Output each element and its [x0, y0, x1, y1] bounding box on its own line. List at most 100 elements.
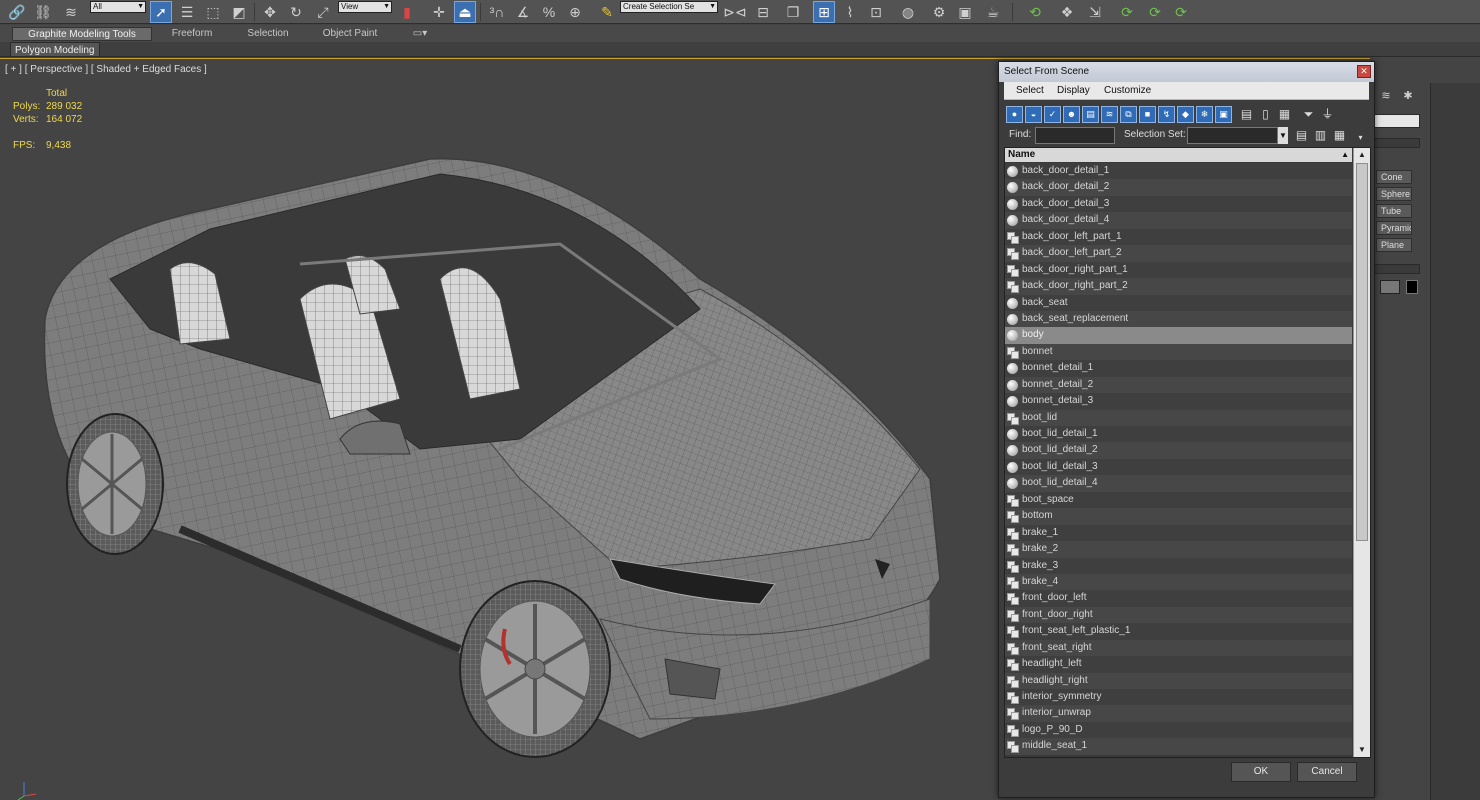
- align-icon[interactable]: ⊟: [752, 1, 774, 23]
- list-item[interactable]: headlight_left: [1005, 656, 1352, 673]
- list-item[interactable]: back_door_detail_2: [1005, 179, 1352, 196]
- scroll-down-icon[interactable]: ▼: [1354, 743, 1370, 757]
- angle-snap-icon[interactable]: ∡: [512, 1, 534, 23]
- utilities-tab-icon[interactable]: ✱: [1400, 88, 1416, 104]
- invert-display-icon[interactable]: ▦: [1276, 106, 1293, 123]
- list-item[interactable]: back_door_detail_1: [1005, 163, 1352, 180]
- display-bones-icon[interactable]: ↯: [1158, 106, 1175, 123]
- select-all-icon[interactable]: ▤: [1293, 127, 1310, 144]
- list-item[interactable]: front_door_right: [1005, 606, 1352, 624]
- list-item[interactable]: headlight_right: [1005, 672, 1352, 689]
- render-setup-icon[interactable]: ⚙: [928, 1, 950, 23]
- list-item[interactable]: back_door_right_part_1: [1005, 261, 1352, 279]
- percent-snap-icon[interactable]: %: [538, 1, 560, 23]
- name-field[interactable]: [1380, 280, 1400, 294]
- menu-display[interactable]: Display: [1057, 85, 1090, 96]
- list-item[interactable]: boot_lid_detail_3: [1005, 458, 1352, 476]
- list-item[interactable]: brake_1: [1005, 524, 1352, 542]
- select-manipulate-icon[interactable]: ✛: [428, 1, 450, 23]
- list-item[interactable]: boot_space: [1005, 491, 1352, 509]
- display-all-icon[interactable]: ▤: [1238, 106, 1255, 123]
- move-icon[interactable]: ✥: [259, 1, 281, 23]
- filter-settings-icon[interactable]: ⏚: [1319, 106, 1336, 123]
- selection-set-dropdown-arrow[interactable]: ▼: [1278, 127, 1288, 144]
- window-crossing-icon[interactable]: ◩: [228, 1, 250, 23]
- extension-tool-icon-2[interactable]: ❖: [1056, 1, 1078, 23]
- scene-explorer-icon[interactable]: ⊞: [813, 1, 835, 23]
- scrollbar-thumb[interactable]: [1356, 163, 1368, 541]
- display-hidden-icon[interactable]: ▣: [1215, 106, 1232, 123]
- display-none-icon[interactable]: ▯: [1257, 106, 1274, 123]
- list-item[interactable]: boot_lid_detail_2: [1005, 442, 1352, 459]
- list-item[interactable]: back_door_left_part_2: [1005, 245, 1352, 262]
- find-input[interactable]: [1035, 127, 1115, 144]
- list-item[interactable]: boot_lid: [1005, 409, 1352, 426]
- menu-select[interactable]: Select: [1016, 85, 1044, 96]
- unlink-icon[interactable]: ⛓: [32, 1, 54, 23]
- select-invert-icon[interactable]: ▦: [1331, 127, 1348, 144]
- list-item[interactable]: back_seat: [1005, 294, 1352, 311]
- plane-button[interactable]: Plane: [1376, 238, 1412, 252]
- select-object-icon[interactable]: ➚: [150, 1, 172, 23]
- render-production-icon[interactable]: ☕: [982, 1, 1004, 23]
- snaps-toggle-icon[interactable]: ³∩: [486, 1, 508, 23]
- rectangular-selection-icon[interactable]: ⬚: [202, 1, 224, 23]
- display-tab-icon[interactable]: ≋: [1378, 88, 1394, 104]
- list-item[interactable]: middle_seat_1: [1005, 738, 1352, 755]
- curve-editor-icon[interactable]: ⌇: [839, 1, 861, 23]
- menu-customize[interactable]: Customize: [1104, 85, 1151, 96]
- sphere-button[interactable]: Sphere: [1376, 187, 1412, 201]
- extension-tool-icon-4[interactable]: ⟳: [1116, 1, 1138, 23]
- list-item[interactable]: bonnet_detail_2: [1005, 376, 1352, 394]
- tab-freeform[interactable]: Freeform: [160, 27, 224, 41]
- reference-coordinate-dropdown[interactable]: View ▼: [338, 1, 392, 13]
- scale-icon[interactable]: ⤢: [312, 1, 334, 23]
- list-item[interactable]: back_door_detail_3: [1005, 195, 1352, 213]
- select-by-name-icon[interactable]: ☰: [176, 1, 198, 23]
- extension-tool-icon-6[interactable]: ⟳: [1170, 1, 1192, 23]
- bind-space-warp-icon[interactable]: ≋: [60, 1, 82, 23]
- object-color-swatch[interactable]: [1406, 280, 1418, 294]
- list-item[interactable]: back_seat_replacement: [1005, 310, 1352, 328]
- tab-object-paint[interactable]: Object Paint: [312, 27, 388, 41]
- ok-button[interactable]: OK: [1231, 762, 1291, 782]
- cone-button[interactable]: Cone: [1376, 170, 1412, 184]
- list-item[interactable]: brake_4: [1005, 573, 1352, 591]
- edit-named-selection-icon[interactable]: ✎: [596, 1, 618, 23]
- select-none-icon[interactable]: ▥: [1312, 127, 1329, 144]
- display-containers-icon[interactable]: ◆: [1177, 106, 1194, 123]
- list-item[interactable]: back_door_right_part_2: [1005, 278, 1352, 295]
- display-shapes-icon[interactable]: ◒: [1025, 106, 1042, 123]
- list-item[interactable]: boot_lid_detail_4: [1005, 475, 1352, 492]
- scroll-up-icon[interactable]: ▲: [1354, 148, 1370, 162]
- list-item[interactable]: body: [1005, 327, 1352, 344]
- list-item[interactable]: front_seat_left_plastic_1: [1005, 623, 1352, 640]
- rotate-icon[interactable]: ↻: [285, 1, 307, 23]
- command-panel-scrollbar[interactable]: [1430, 83, 1480, 800]
- list-item[interactable]: interior_symmetry: [1005, 689, 1352, 706]
- display-lights-icon[interactable]: ✓: [1044, 106, 1061, 123]
- extension-tool-icon-5[interactable]: ⟳: [1144, 1, 1166, 23]
- ribbon-panel-polygon-modeling[interactable]: Polygon Modeling: [10, 42, 100, 57]
- scene-object-list[interactable]: Name ▲ back_door_detail_1 back_door_detai…: [1004, 147, 1371, 758]
- list-item[interactable]: logo_P_90_D: [1005, 721, 1352, 739]
- list-item[interactable]: bonnet: [1005, 343, 1352, 361]
- layer-manager-icon[interactable]: ❐: [782, 1, 804, 23]
- dialog-titlebar[interactable]: Select From Scene ✕: [999, 62, 1374, 82]
- expand-toolbar-icon[interactable]: ▾: [1352, 129, 1369, 146]
- keyboard-shortcut-override-icon[interactable]: ⏏: [454, 1, 476, 23]
- filter-icon[interactable]: ⏷: [1300, 106, 1317, 123]
- list-item[interactable]: brake_2: [1005, 541, 1352, 558]
- selection-set-input[interactable]: [1187, 127, 1278, 144]
- material-editor-icon[interactable]: ◍: [897, 1, 919, 23]
- named-selection-set-dropdown[interactable]: Create Selection Se ▼: [620, 1, 718, 13]
- display-geometry-icon[interactable]: ●: [1006, 106, 1023, 123]
- pyramid-button[interactable]: Pyramid: [1376, 221, 1412, 235]
- close-icon[interactable]: ✕: [1357, 65, 1371, 78]
- link-icon[interactable]: 🔗: [6, 1, 28, 23]
- rendered-frame-window-icon[interactable]: ▣: [954, 1, 976, 23]
- list-item[interactable]: back_door_left_part_1: [1005, 228, 1352, 246]
- tab-graphite-modeling-tools[interactable]: Graphite Modeling Tools: [12, 27, 152, 41]
- extension-tool-icon-3[interactable]: ⇲: [1084, 1, 1106, 23]
- ribbon-options-icon[interactable]: ▭▾: [408, 27, 432, 41]
